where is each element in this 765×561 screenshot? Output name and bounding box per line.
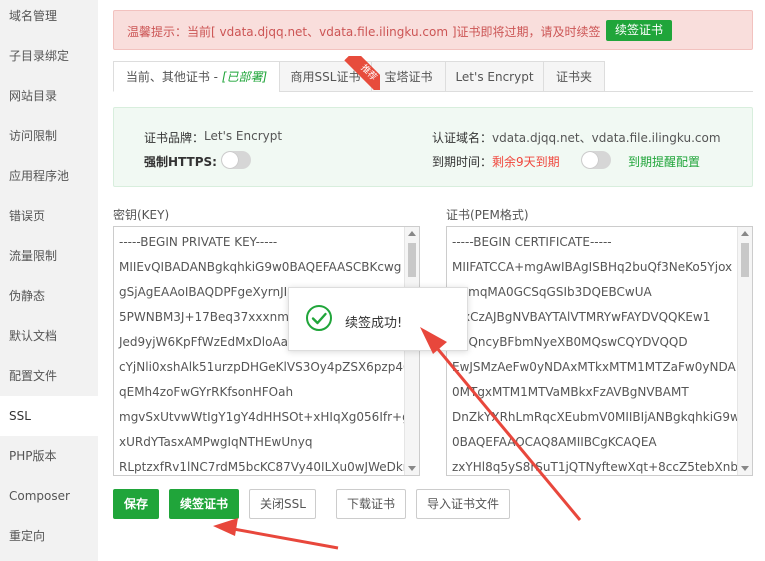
reminder-config-link[interactable]: 到期提醒配置 bbox=[628, 153, 700, 170]
key-line: cYjNli0xshAlk51urzpDHGeKlVS3Oy4pZSX6pzp4… bbox=[119, 360, 411, 374]
tab-bt-cert[interactable]: 宝塔证书 bbox=[371, 61, 445, 92]
key-line: 5PWNBM3J+17Beq37xxxnm1 bbox=[119, 310, 297, 324]
scroll-thumb[interactable] bbox=[408, 243, 416, 277]
sidebar-item-ssl[interactable]: SSL bbox=[0, 396, 98, 436]
sidebar-item-composer[interactable]: Composer bbox=[0, 476, 98, 516]
check-circle-icon bbox=[306, 305, 332, 331]
cert-line: zxYHl8q5yS8rSuT1jQTNyftewXqt+8ccZ5tebXnb… bbox=[452, 460, 746, 474]
key-line: RLptzxfRv1lNC7rdM5bcKC87Vy40ILXu0wJWeDkr bbox=[119, 460, 408, 474]
expire-label: 到期时间： bbox=[432, 155, 493, 169]
close-ssl-button[interactable]: 关闭SSL bbox=[249, 489, 316, 519]
cert-line: 0lxCzAJBgNVBAYTAlVTMRYwFAYDVQQKEw1 bbox=[452, 310, 711, 324]
download-cert-button[interactable]: 下载证书 bbox=[336, 489, 406, 519]
alert-renew-button[interactable]: 续签证书 bbox=[606, 20, 673, 41]
scroll-thumb[interactable] bbox=[741, 243, 749, 277]
key-label: 密钥(KEY) bbox=[113, 208, 170, 222]
brand-label: 证书品牌： bbox=[144, 131, 205, 145]
tab-current-cert[interactable]: 当前、其他证书 - [已部署] bbox=[113, 61, 279, 92]
success-toast: 续签成功! bbox=[288, 287, 468, 351]
key-line: gSjAgEAAoIBAQDPFgeXyrnJI bbox=[119, 285, 288, 299]
cert-info-panel: 证书品牌： Let's Encrypt 强制HTTPS: 认证域名： vdata… bbox=[113, 107, 753, 187]
tab-cert-folder[interactable]: 证书夹 bbox=[543, 61, 605, 92]
renew-cert-button[interactable]: 续签证书 bbox=[169, 489, 239, 519]
force-https-toggle[interactable] bbox=[221, 151, 251, 169]
cert-scrollbar[interactable] bbox=[737, 227, 752, 475]
recommend-badge-label: 推荐 bbox=[344, 56, 380, 90]
force-https-label: 强制HTTPS: bbox=[144, 155, 217, 169]
cert-line: ZXQncyBFbmNyeXB0MQswCQYDVQQD bbox=[452, 335, 688, 349]
import-cert-button[interactable]: 导入证书文件 bbox=[416, 489, 510, 519]
sidebar: 域名管理 子目录绑定 网站目录 访问限制 应用程序池 错误页 流量限制 伪静态 … bbox=[0, 0, 98, 561]
cert-line: DnZkYXRhLmRqcXEubmV0MIIBIjANBgkqhkiG9w bbox=[452, 410, 740, 424]
cert-line: MIIFATCCA+mgAwIBAgISBHq2buQf3NeKo5Yjox bbox=[452, 260, 733, 274]
sidebar-item-subdir[interactable]: 子目录绑定 bbox=[0, 36, 98, 76]
toggle-knob bbox=[582, 152, 598, 168]
save-button[interactable]: 保存 bbox=[113, 489, 159, 519]
sidebar-item-access[interactable]: 访问限制 bbox=[0, 116, 98, 156]
expiry-reminder-toggle[interactable] bbox=[581, 151, 611, 169]
toggle-knob bbox=[222, 152, 238, 168]
expiry-alert: 温馨提示：当前[ vdata.djqq.net、vdata.file.iling… bbox=[113, 10, 753, 50]
tab-lets-encrypt[interactable]: Let's Encrypt bbox=[445, 61, 543, 92]
recommend-badge: 推荐 bbox=[340, 56, 380, 90]
cert-textarea[interactable]: -----BEGIN CERTIFICATE----- MIIFATCCA+mg… bbox=[446, 226, 753, 476]
ssl-settings-panel: 域名管理 子目录绑定 网站目录 访问限制 应用程序池 错误页 流量限制 伪静态 … bbox=[0, 0, 765, 561]
sidebar-item-app-pool[interactable]: 应用程序池 bbox=[0, 156, 98, 196]
sidebar-item-php[interactable]: PHP版本 bbox=[0, 436, 98, 476]
key-textarea[interactable]: -----BEGIN PRIVATE KEY----- MIIEvQIBADAN… bbox=[113, 226, 420, 476]
scroll-up-icon[interactable] bbox=[741, 231, 749, 236]
expire-value: 剩余9天到期 bbox=[492, 155, 560, 169]
sidebar-item-site-dir[interactable]: 网站目录 bbox=[0, 76, 98, 116]
sidebar-item-traffic[interactable]: 流量限制 bbox=[0, 236, 98, 276]
key-line: xURdYTasxAMPwgIqNTHEwUnyq bbox=[119, 435, 313, 449]
cert-line: EwJSMzAeFw0yNDAxMTkxMTM1MTZaFw0yNDA bbox=[452, 360, 736, 374]
tab-current-cert-label: 当前、其他证书 - bbox=[125, 70, 222, 84]
sidebar-item-rewrite[interactable]: 伪静态 bbox=[0, 276, 98, 316]
sidebar-item-error-page[interactable]: 错误页 bbox=[0, 196, 98, 236]
arrow-head-renew bbox=[213, 518, 238, 536]
cert-tabs: 当前、其他证书 - [已部署] 商用SSL证书 宝塔证书 Let's Encry… bbox=[113, 61, 753, 92]
cert-line: HxmqMA0GCSqGSIb3DQEBCwUA bbox=[452, 285, 652, 299]
key-line: -----BEGIN PRIVATE KEY----- bbox=[119, 235, 278, 249]
sidebar-item-domain[interactable]: 域名管理 bbox=[0, 0, 98, 36]
alert-text: 温馨提示：当前[ vdata.djqq.net、vdata.file.iling… bbox=[127, 25, 601, 39]
toast-text: 续签成功! bbox=[345, 316, 403, 331]
scroll-up-icon[interactable] bbox=[408, 231, 416, 236]
key-line: qEMh4zoFwGYrRKfsonHFOah bbox=[119, 385, 294, 399]
key-line: mgvSxUtvwWtIgY1gY4dHHSOt+xHIqXg056Ifr+g bbox=[119, 410, 410, 424]
sidebar-item-redirect[interactable]: 重定向 bbox=[0, 516, 98, 556]
cert-line: 0MTgxMTM1MTVaMBkxFzAVBgNVBAMT bbox=[452, 385, 689, 399]
key-line: Jed9yjW6KpFfWzEdMxDloAam bbox=[119, 335, 300, 349]
sidebar-item-default-doc[interactable]: 默认文档 bbox=[0, 316, 98, 356]
key-scrollbar[interactable] bbox=[404, 227, 419, 475]
domain-value: vdata.djqq.net、vdata.file.ilingku.com bbox=[492, 131, 721, 145]
key-line: MIIEvQIBADANBgkqhkiG9w0BAQEFAASCBKcwg bbox=[119, 260, 402, 274]
cert-line: 0BAQEFAAOCAQ8AMIIBCgKCAQEA bbox=[452, 435, 657, 449]
cert-label: 证书(PEM格式) bbox=[446, 208, 529, 222]
domain-label: 认证域名： bbox=[432, 131, 493, 145]
arrow-to-renew bbox=[227, 526, 339, 550]
tab-deployed-tag: [已部署] bbox=[221, 70, 268, 84]
scroll-down-icon[interactable] bbox=[408, 466, 416, 471]
cert-line: -----BEGIN CERTIFICATE----- bbox=[452, 235, 612, 249]
scroll-down-icon[interactable] bbox=[741, 466, 749, 471]
brand-value: Let's Encrypt bbox=[204, 129, 283, 143]
sidebar-item-config[interactable]: 配置文件 bbox=[0, 356, 98, 396]
